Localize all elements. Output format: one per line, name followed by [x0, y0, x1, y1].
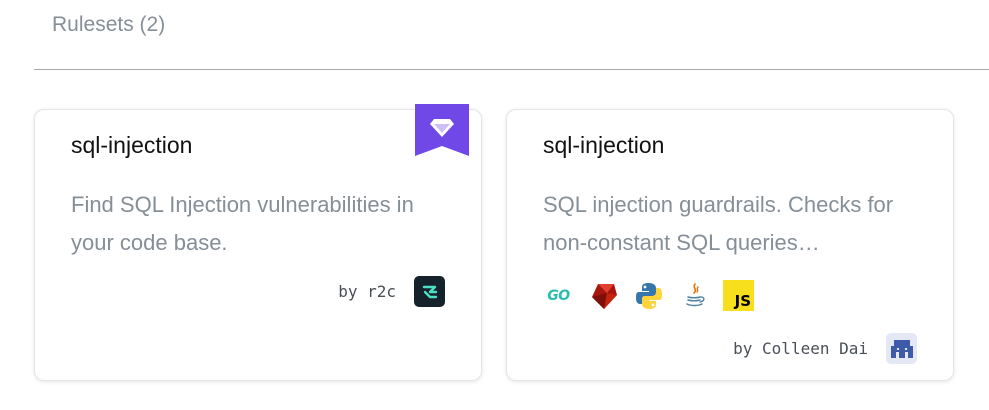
- author-name[interactable]: by r2c: [338, 282, 396, 301]
- pro-badge-icon: [415, 104, 469, 156]
- ruleset-title[interactable]: sql-injection: [71, 132, 192, 159]
- javascript-icon: JS: [723, 280, 754, 311]
- section-divider: [34, 69, 989, 70]
- ruleset-card[interactable]: sql-injection Find SQL Injection vulnera…: [34, 104, 482, 381]
- author-row: by r2c: [338, 276, 445, 307]
- r2c-logo-icon: [414, 276, 445, 307]
- go-label: GO: [547, 287, 570, 304]
- author-row: by Colleen Dai: [733, 333, 917, 364]
- rulesets-heading: Rulesets (2): [52, 13, 166, 36]
- user-avatar-icon[interactable]: [886, 333, 917, 364]
- ruleset-title[interactable]: sql-injection: [543, 132, 664, 159]
- ruleset-card[interactable]: sql-injection SQL injection guardrails. …: [506, 109, 954, 381]
- ruleset-description: Find SQL Injection vulnerabilities in yo…: [71, 192, 414, 255]
- go-icon: GO: [543, 280, 574, 311]
- ruby-icon: [588, 280, 619, 311]
- python-icon: [633, 280, 664, 311]
- java-icon: [678, 280, 709, 311]
- javascript-label: JS: [734, 292, 751, 310]
- language-icons: GO JS: [543, 280, 754, 311]
- author-name[interactable]: by Colleen Dai: [733, 339, 868, 358]
- ruleset-description: SQL injection guardrails. Checks for non…: [543, 192, 894, 255]
